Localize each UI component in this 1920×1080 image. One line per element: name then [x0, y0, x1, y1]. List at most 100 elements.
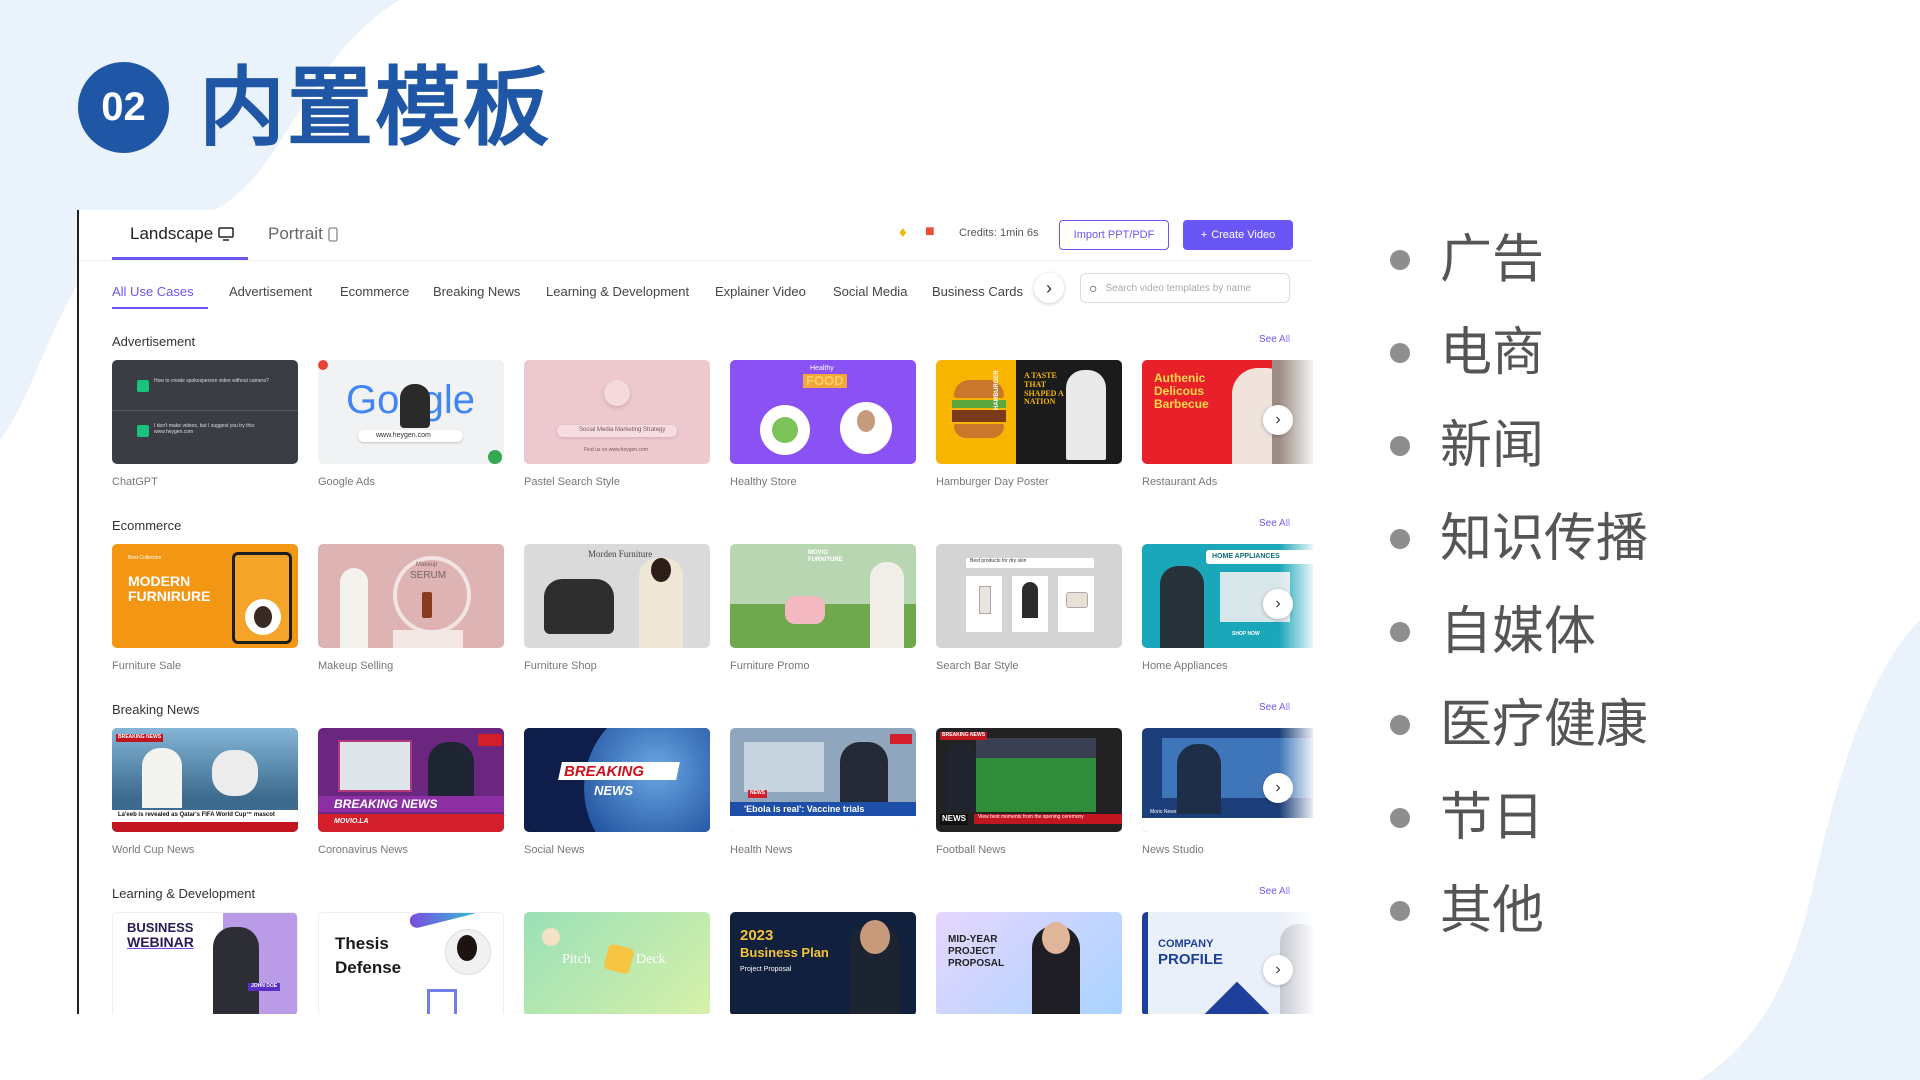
card-label: Coronavirus News — [318, 844, 408, 856]
thumb-text: BREAKING NEWS — [116, 734, 164, 742]
tab-landscape[interactable]: Landscape — [130, 224, 234, 244]
thumb-text: Business Plan — [740, 945, 829, 960]
template-card-furniture-promo[interactable]: MOVIO FURNITURE — [730, 544, 916, 648]
template-card-social-news[interactable]: BREAKING NEWS — [524, 728, 710, 832]
card-label: Search Bar Style — [936, 660, 1019, 672]
filter-advertisement[interactable]: Advertisement — [229, 284, 312, 299]
thumb-text: BREAKING NEWS — [334, 797, 438, 811]
bullet-dot — [1390, 808, 1410, 828]
thumb-text: SERUM — [410, 570, 447, 581]
filter-ecommerce[interactable]: Ecommerce — [340, 284, 409, 299]
card-label: Healthy Store — [730, 476, 797, 488]
template-search[interactable]: ○ — [1080, 273, 1290, 303]
template-card-health-news[interactable]: NEWS 'Ebola is real': Vaccine trials — [730, 728, 916, 832]
thumb-text: HOME APPLIANCES — [1212, 553, 1280, 560]
template-card-world-cup-news[interactable]: BREAKING NEWS La'eeb is revealed as Qata… — [112, 728, 298, 832]
template-card-pitch-deck[interactable]: Pitch Deck — [524, 912, 710, 1014]
thumb-text: Project Proposal — [740, 966, 792, 973]
bullet-dot — [1390, 436, 1410, 456]
filter-learning-development[interactable]: Learning & Development — [546, 284, 689, 299]
template-card-business-webinar[interactable]: BUSINESS WEBINAR JOHN DOE — [112, 912, 298, 1014]
template-card-makeup-selling[interactable]: Makeup SERUM — [318, 544, 504, 648]
thumb-text: NEWS — [940, 814, 968, 825]
filter-breaking-news[interactable]: Breaking News — [433, 284, 520, 299]
bullet-item: 新闻 — [1390, 416, 1544, 476]
template-card-furniture-shop[interactable]: Morden Furniture — [524, 544, 710, 648]
card-label: ChatGPT — [112, 476, 158, 488]
thumb-text: Best Collection — [128, 555, 162, 561]
bullet-item: 自媒体 — [1390, 602, 1596, 662]
card-label: Pastel Search Style — [524, 476, 620, 488]
thumb-text: BREAKING — [564, 763, 645, 780]
thumb-text: View best moments from the opening cerem… — [978, 814, 1084, 820]
template-card-chatgpt[interactable]: How to create spokesperson video without… — [112, 360, 298, 464]
thumb-text: MOVIO FURNITURE — [808, 550, 843, 563]
diamond-icon[interactable]: ♦ — [899, 224, 907, 241]
thumb-text: JOHN DOE — [248, 983, 281, 991]
template-card-coronavirus-news[interactable]: BREAKING NEWS MOVIO.LA — [318, 728, 504, 832]
scroll-fade-overlay — [1279, 320, 1313, 1014]
thumb-text: Defense — [335, 958, 402, 977]
bullet-text: 医疗健康 — [1440, 695, 1649, 755]
thumb-text: www.heygen.com — [376, 432, 431, 439]
gift-icon[interactable]: ■ — [925, 223, 935, 241]
card-label: Social News — [524, 844, 585, 856]
bullet-dot — [1390, 250, 1410, 270]
thumb-text: BREAKING NEWS — [940, 732, 988, 740]
card-label: Furniture Promo — [730, 660, 810, 672]
card-label: News Studio — [1142, 844, 1204, 856]
template-card-project-proposal[interactable]: MID-YEAR PROJECT PROPOSAL — [936, 912, 1122, 1014]
template-card-thesis-defense[interactable]: Thesis Defense — [318, 912, 504, 1014]
bullet-item: 其他 — [1390, 881, 1544, 941]
filter-social-media[interactable]: Social Media — [833, 284, 907, 299]
thumb-text: MOVIO.LA — [334, 818, 369, 825]
search-input[interactable] — [1103, 281, 1278, 295]
card-label: Home Appliances — [1142, 660, 1228, 672]
import-ppt-button[interactable]: Import PPT/PDF — [1059, 220, 1169, 250]
phone-icon — [328, 226, 338, 242]
thumb-text: HAMBURGER — [994, 370, 1000, 410]
bullet-dot — [1390, 901, 1410, 921]
plus-icon: + — [1200, 229, 1208, 241]
section-title-advertisement: Advertisement — [112, 334, 196, 349]
create-video-button[interactable]: + Create Video — [1183, 220, 1293, 250]
thumb-text: Makeup — [416, 562, 438, 568]
template-card-hamburger-poster[interactable]: A TASTE THAT SHAPED A NATION HAMBURGER — [936, 360, 1122, 464]
filter-business-cards[interactable]: Business Cards — [932, 284, 1023, 299]
thumb-text: 2023 — [740, 927, 774, 944]
thumb-text: La'eeb is revealed as Qatar's FIFA World… — [118, 812, 275, 818]
thumb-text: Deck — [636, 952, 666, 967]
card-label: Makeup Selling — [318, 660, 394, 672]
card-label: Restaurant Ads — [1142, 476, 1218, 488]
thumb-text: PROFILE — [1158, 951, 1224, 968]
thumb-text: COMPANY — [1158, 938, 1214, 950]
card-label: Google Ads — [318, 476, 375, 488]
template-card-healthy-store[interactable]: Healthy FOOD — [730, 360, 916, 464]
template-card-google-ads[interactable]: Google www.heygen.com — [318, 360, 504, 464]
filter-scroll-right-button[interactable]: › — [1034, 273, 1064, 303]
thumb-text: MODERN FURNIRURE — [128, 573, 211, 605]
thumb-text: Authenic Delicous Barbecue — [1154, 371, 1209, 412]
template-card-football-news[interactable]: BREAKING NEWS NEWS View best moments fro… — [936, 728, 1122, 832]
bullet-text: 广告 — [1440, 230, 1545, 290]
thumb-text: I don't make videos, but I suggest you t… — [154, 423, 256, 435]
bullet-dot — [1390, 343, 1410, 363]
thumb-text: 'Ebola is real': Vaccine trials — [744, 804, 865, 814]
thumb-text: MID-YEAR — [948, 934, 998, 945]
tab-portrait[interactable]: Portrait — [268, 224, 338, 244]
active-filter-underline — [112, 307, 208, 309]
filter-all-use-cases[interactable]: All Use Cases — [112, 284, 194, 299]
template-card-furniture-sale[interactable]: Best Collection MODERN FURNIRURE — [112, 544, 298, 648]
bullet-text: 新闻 — [1440, 416, 1545, 476]
bullet-text: 节日 — [1440, 788, 1545, 848]
thumb-text: Pitch — [562, 952, 591, 967]
template-card-pastel-search[interactable]: Social Media Marketing Strategy Find us … — [524, 360, 710, 464]
search-icon: ○ — [1089, 280, 1098, 296]
template-card-business-plan[interactable]: 2023 Business Plan Project Proposal — [730, 912, 916, 1014]
bullet-text: 电商 — [1440, 323, 1545, 383]
bullet-dot — [1390, 529, 1410, 549]
monitor-icon — [218, 227, 234, 241]
card-label: Football News — [936, 844, 1006, 856]
filter-explainer-video[interactable]: Explainer Video — [715, 284, 806, 299]
template-card-search-bar-style[interactable]: Best products for dry skin — [936, 544, 1122, 648]
